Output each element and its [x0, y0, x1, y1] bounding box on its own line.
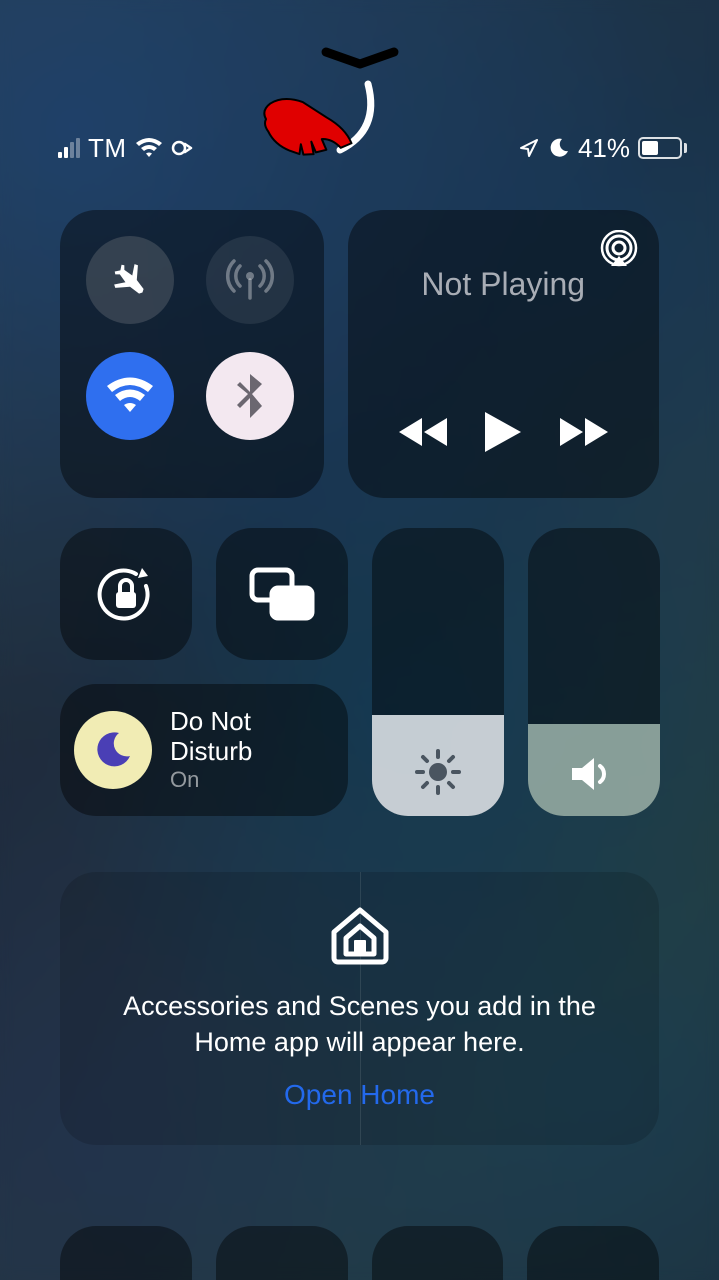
now-playing-label: Not Playing — [372, 266, 636, 303]
fast-forward-icon — [556, 414, 610, 450]
bluetooth-icon — [234, 372, 266, 420]
dnd-title-line1: Do Not — [170, 707, 252, 737]
carrier-label: TM — [88, 133, 127, 164]
screen-mirroring-button[interactable] — [216, 528, 348, 660]
moon-icon — [92, 729, 134, 771]
dnd-title-line2: Disturb — [170, 737, 252, 767]
home-message: Accessories and Scenes you add in the Ho… — [80, 988, 639, 1061]
cellular-data-toggle[interactable] — [206, 236, 294, 324]
next-track-button[interactable] — [556, 414, 610, 450]
battery-percent: 41% — [578, 133, 630, 164]
airplane-icon — [106, 256, 154, 304]
wifi-icon — [135, 137, 163, 159]
home-accessories-panel: Accessories and Scenes you add in the Ho… — [60, 872, 659, 1145]
hotspot-icon — [171, 136, 195, 160]
bottom-controls-row — [60, 1226, 659, 1280]
location-icon — [518, 137, 540, 159]
orientation-lock-icon — [94, 562, 158, 626]
connectivity-group[interactable] — [60, 210, 324, 498]
previous-track-button[interactable] — [397, 414, 451, 450]
flashlight-button[interactable] — [60, 1226, 192, 1280]
airplay-icon — [599, 230, 639, 270]
battery-icon — [638, 137, 687, 159]
play-icon — [481, 408, 525, 456]
media-controls-group[interactable]: Not Playing — [348, 210, 660, 498]
timer-button[interactable] — [216, 1226, 348, 1280]
cellular-signal-icon — [58, 138, 80, 158]
orientation-lock-toggle[interactable] — [60, 528, 192, 660]
open-home-link[interactable]: Open Home — [80, 1079, 639, 1111]
dnd-moon-icon — [548, 137, 570, 159]
airplay-button[interactable] — [599, 230, 639, 270]
do-not-disturb-toggle[interactable]: Do Not Disturb On — [60, 684, 348, 816]
cellular-antenna-icon — [222, 252, 278, 308]
dnd-moon-badge — [74, 711, 152, 789]
dismiss-chevron[interactable] — [320, 46, 400, 72]
bluetooth-toggle[interactable] — [206, 352, 294, 440]
brightness-slider[interactable] — [372, 528, 504, 816]
airplane-mode-toggle[interactable] — [86, 236, 174, 324]
volume-slider[interactable] — [528, 528, 660, 816]
camera-button[interactable] — [527, 1226, 659, 1280]
home-icon — [326, 902, 394, 966]
dnd-status: On — [170, 767, 252, 792]
wifi-icon — [106, 376, 154, 416]
play-button[interactable] — [481, 408, 525, 456]
status-bar: TM 41% — [0, 128, 719, 168]
control-center: Not Playing — [60, 210, 659, 1280]
wifi-toggle[interactable] — [86, 352, 174, 440]
brightness-icon — [414, 748, 462, 796]
volume-icon — [568, 752, 620, 796]
calculator-button[interactable] — [372, 1226, 504, 1280]
rewind-icon — [397, 414, 451, 450]
screen-mirroring-icon — [248, 566, 316, 622]
